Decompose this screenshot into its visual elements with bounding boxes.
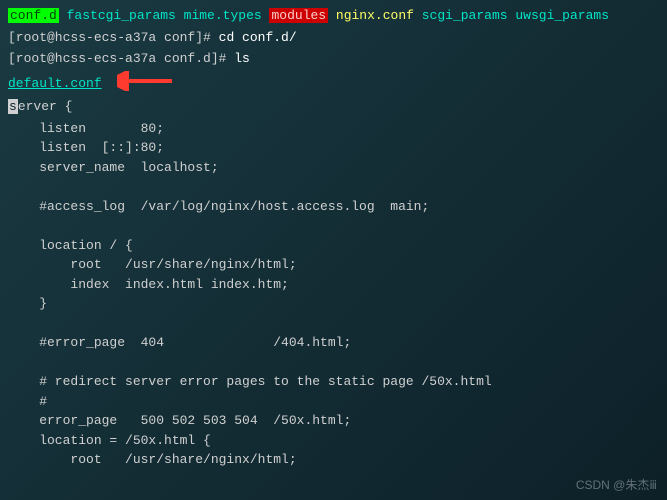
filename-line: default.conf xyxy=(8,71,659,98)
command-text: cd conf.d/ xyxy=(219,30,297,45)
ls-item-confd: conf.d xyxy=(8,8,59,23)
ls-item-fastcgi: fastcgi_params xyxy=(67,8,176,23)
ls-item-scgi: scgi_params xyxy=(422,8,508,23)
prompt-line-cd: [root@hcss-ecs-a37a conf]# cd conf.d/ xyxy=(8,28,659,48)
ls-output-line: conf.d fastcgi_params mime.types modules… xyxy=(8,6,659,26)
default-conf-file: default.conf xyxy=(8,74,102,94)
prompt-prefix: [root@hcss-ecs-a37a conf]# xyxy=(8,30,219,45)
ls-item-nginxconf: nginx.conf xyxy=(336,8,414,23)
file-content-body: listen 80; listen [::]:80; server_name l… xyxy=(8,119,659,470)
prompt-line-ls: [root@hcss-ecs-a37a conf.d]# ls xyxy=(8,49,659,69)
ls-item-modules: modules xyxy=(269,8,328,23)
ls-item-mime: mime.types xyxy=(184,8,262,23)
ls-item-uwsgi: uwsgi_params xyxy=(515,8,609,23)
watermark-text: CSDN @朱杰ⅲ xyxy=(576,476,657,494)
prompt-prefix: [root@hcss-ecs-a37a conf.d]# xyxy=(8,51,234,66)
command-text: ls xyxy=(234,51,250,66)
arrow-annotation-icon xyxy=(117,71,177,98)
cursor-icon: s xyxy=(8,99,18,114)
file-content-first-line: server { xyxy=(8,97,659,117)
